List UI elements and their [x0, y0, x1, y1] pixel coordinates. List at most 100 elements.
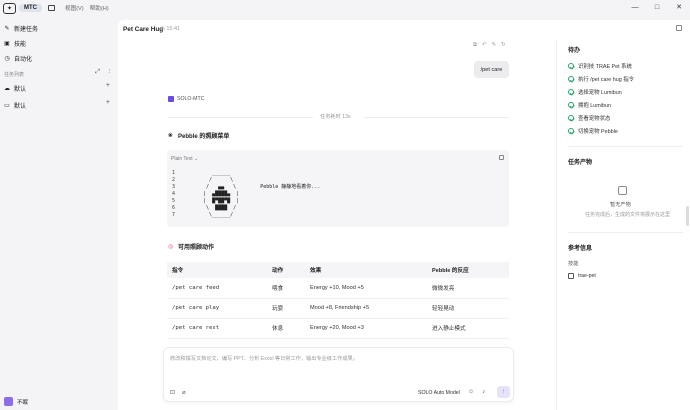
table-cell: 玩耍	[267, 298, 305, 319]
chat-input[interactable]: 修改和撰写文档论文、编写 PPT、分析 Excel 等日常工作，输出专业级工作成…	[163, 347, 514, 402]
section-heading-actions: ◎ 可用照顾动作	[168, 243, 215, 252]
add-task-icon[interactable]: +	[106, 82, 110, 89]
menu-help[interactable]: 帮助(H)	[90, 4, 109, 12]
sidebar-item-automation[interactable]: ◷ 自动化	[4, 54, 33, 64]
table-cell: 喂食	[267, 278, 305, 299]
emoji-icon[interactable]: ☺	[468, 389, 474, 395]
edit-icon[interactable]: ✎	[492, 42, 497, 49]
col-header: 指令	[167, 262, 267, 278]
todo-item: 切换宠物 Pebble	[568, 127, 618, 135]
reference-title: 参考信息	[568, 246, 593, 252]
automation-icon: ◷	[4, 55, 10, 62]
folder-icon: ▭	[4, 102, 10, 109]
todo-item: 执行 /pet care hug 指令	[568, 75, 634, 83]
add-task-icon[interactable]: +	[106, 99, 110, 106]
cloud-icon: ☁	[4, 85, 10, 92]
code-line-numbers: 1 2 3 4 5 6 7	[172, 170, 176, 218]
skill-icon	[568, 273, 574, 279]
check-icon	[568, 63, 574, 69]
task-list-label: 任务列表	[4, 72, 25, 78]
layout-icon[interactable]	[676, 25, 682, 31]
code-language[interactable]: Plain Text ⌄	[171, 156, 198, 162]
paw-icon: ❀	[168, 132, 174, 139]
empty-title: 暂无产物	[610, 202, 631, 208]
code-block: Plain Text ⌄ 1 2 3 4 5 6 7 ______ / \ / …	[167, 150, 509, 227]
toggle-sidebar-icon[interactable]	[48, 5, 55, 11]
close-button[interactable]: ✕	[668, 0, 690, 16]
model-selector[interactable]: SOLO Auto Model	[418, 390, 460, 396]
skill-label: 技能	[568, 261, 579, 267]
scrollbar[interactable]	[686, 206, 689, 226]
table-cell: 进入静止模式	[427, 318, 509, 339]
care-actions-table: 指令 动作 效果 Pebble 的反应 /pet care feed 喂食 En…	[167, 262, 509, 339]
copy-icon[interactable]: ⧉	[473, 42, 477, 49]
todo-item: 查看宠物状态	[568, 114, 610, 122]
input-right-tools: ☺ ♪	[468, 389, 485, 395]
todo-item: 选择宠物 Lumibun	[568, 88, 622, 96]
todo-item: 识别技 TRAE Pet 系统	[568, 62, 632, 70]
app-name[interactable]: MTC	[19, 4, 42, 12]
expand-icon[interactable]: ⤢	[95, 69, 100, 76]
new-task-icon: ✎	[4, 25, 10, 32]
filter-icon[interactable]: ⫶	[108, 69, 110, 76]
task-group-label: 默认	[14, 104, 27, 110]
header-timestamp: ◷ 15:41	[160, 26, 181, 32]
table-cell: Energy +10, Mood +5	[305, 278, 427, 299]
message-actions: ⧉ ↶ ✎ ↻	[473, 42, 506, 49]
products-title: 任务产物	[568, 160, 593, 166]
table-cell: Mood +8, Friendship +5	[305, 298, 427, 319]
table-row: /pet care feed 喂食 Energy +10, Mood +5 微微…	[167, 278, 509, 299]
new-task-label: 新建任务	[14, 27, 39, 33]
divider	[568, 146, 683, 147]
todo-title: 待办	[568, 48, 581, 54]
sidebar: ✎ 新建任务 ▣ 技能 ◷ 自动化 任务列表 ⤢ ⫶ ☁ 默认 + ▭ 默认 +	[0, 16, 116, 410]
table-row: /pet care rest 休息 Energy +20, Mood +3 进入…	[167, 318, 509, 339]
minimize-button[interactable]: —	[624, 0, 646, 16]
menu-view[interactable]: 视图(V)	[65, 4, 84, 12]
table-cell: /pet care play	[167, 298, 267, 319]
avatar	[4, 397, 13, 406]
table-row: /pet care play 玩耍 Mood +8, Friendship +5…	[167, 298, 509, 319]
skills-label: 技能	[14, 42, 27, 48]
undo-icon[interactable]: ↶	[482, 42, 487, 49]
agent-header: SOLO-MTC	[168, 96, 204, 102]
section-heading-menu: ❀ Pebble 的照顾菜单	[168, 132, 230, 141]
empty-description: 任务完成后，生成的文件将展示在这里	[585, 212, 671, 218]
copy-code-icon[interactable]	[499, 155, 504, 160]
input-tools: ⊡ ⌀	[170, 389, 186, 396]
check-icon	[568, 115, 574, 121]
table-cell: /pet care rest	[167, 318, 267, 339]
divider	[568, 232, 683, 233]
target-icon: ◎	[168, 243, 174, 250]
check-icon	[568, 128, 574, 134]
task-group-default-1[interactable]: ☁ 默认	[4, 84, 26, 94]
title-bar: ✦ MTC 视图(V) 帮助(H) — □ ✕	[0, 0, 690, 16]
microphone-icon[interactable]: ♪	[482, 389, 485, 395]
col-header: 动作	[267, 262, 305, 278]
empty-box-icon	[618, 186, 627, 195]
table-cell: Energy +20, Mood +3	[305, 318, 427, 339]
app-logo-icon: ✦	[3, 2, 16, 14]
input-placeholder[interactable]: 修改和撰写文档论文、编写 PPT、分析 Excel 等日常工作，输出专业级工作成…	[170, 355, 358, 362]
skill-item[interactable]: trae-pet	[568, 273, 596, 279]
user-name: 不眠	[17, 399, 29, 406]
table-header-row: 指令 动作 效果 Pebble 的反应	[167, 262, 509, 278]
agent-avatar	[168, 96, 174, 102]
task-group-default-2[interactable]: ▭ 默认	[4, 101, 27, 111]
send-button[interactable]: ↑	[497, 386, 510, 398]
automation-label: 自动化	[14, 57, 33, 63]
task-time: 任务耗时 13s	[320, 114, 351, 120]
user-message: /pet care	[474, 61, 509, 78]
user-profile[interactable]: 不眠	[4, 397, 28, 406]
attach-image-icon[interactable]: ⊡	[170, 389, 175, 396]
page-title: Pet Care Hug	[123, 26, 164, 33]
new-task-button[interactable]: ✎ 新建任务	[4, 24, 39, 34]
col-header: 效果	[305, 262, 427, 278]
table-cell: 轻轻晃动	[427, 298, 509, 319]
retry-icon[interactable]: ↻	[501, 42, 506, 49]
sidebar-item-skills[interactable]: ▣ 技能	[4, 39, 27, 49]
check-icon	[568, 102, 574, 108]
table-cell: 休息	[267, 318, 305, 339]
maximize-button[interactable]: □	[646, 0, 668, 16]
paperclip-icon[interactable]: ⌀	[182, 389, 186, 396]
